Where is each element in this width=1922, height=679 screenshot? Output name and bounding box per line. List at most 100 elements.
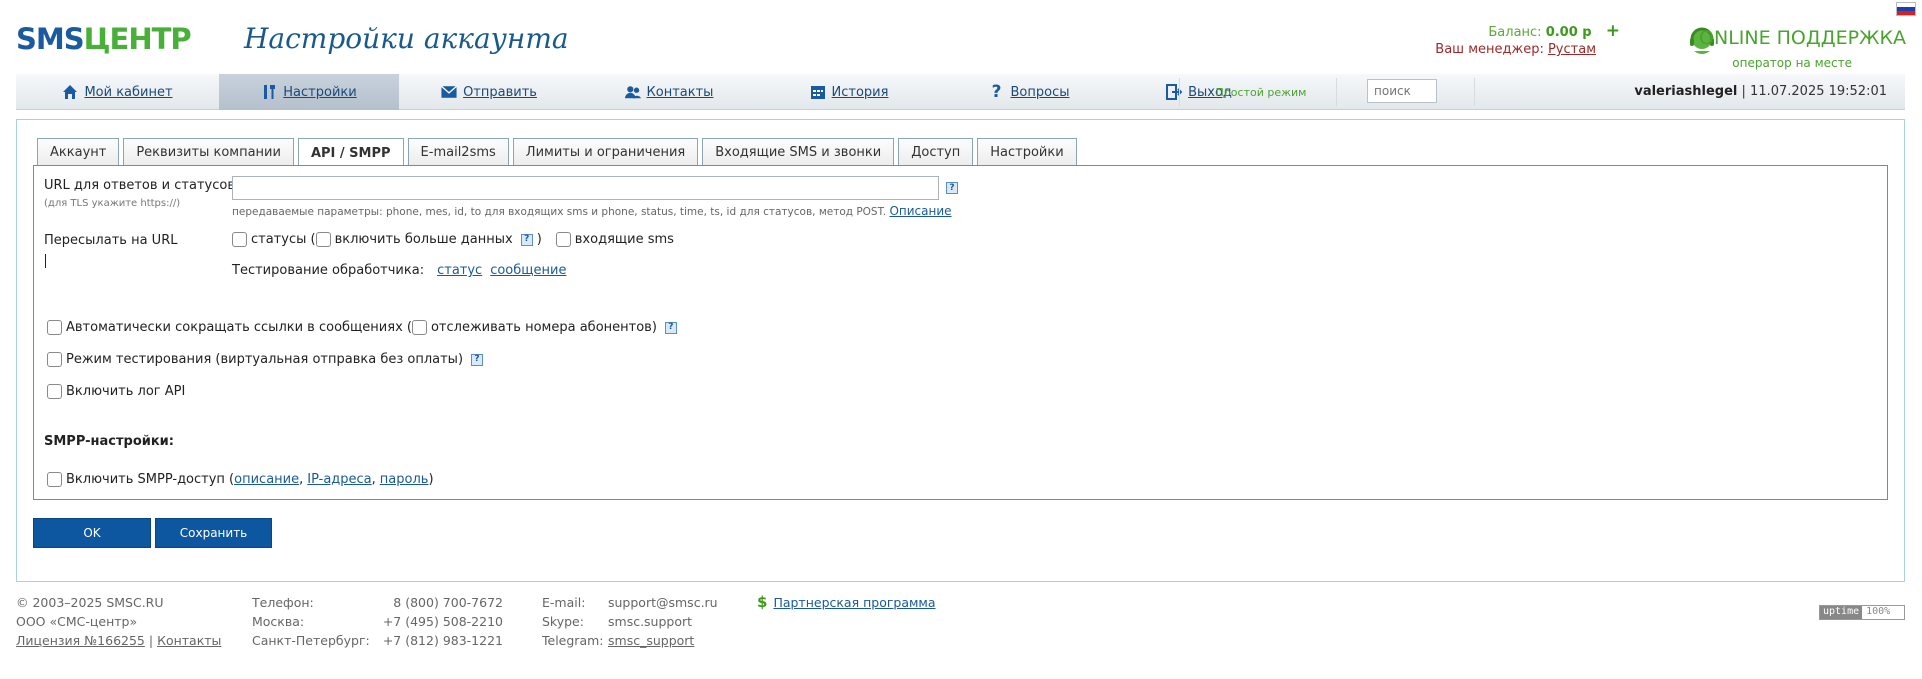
footer-separator: | xyxy=(148,633,154,648)
logo-sms: SMS xyxy=(16,22,85,56)
telegram-link[interactable]: smsc_support xyxy=(608,633,694,648)
test-message-link[interactable]: сообщение xyxy=(490,263,566,278)
nav-label: Вопросы xyxy=(1010,84,1070,100)
test-mode-label: Режим тестирования (виртуальная отправка… xyxy=(66,352,464,367)
home-icon xyxy=(62,84,78,100)
footer-company: © 2003–2025 SMSC.RU ООО «СМС-центр» Лице… xyxy=(16,593,221,650)
statuses-checkbox[interactable] xyxy=(232,232,247,247)
russian-flag-icon[interactable] xyxy=(1896,2,1916,16)
nav-my-cabinet[interactable]: Мой кабинет xyxy=(16,74,219,110)
shorten-links-label: Автоматически сокращать ссылки в сообщен… xyxy=(66,320,412,335)
url-tls-hint: (для TLS укажите https://) xyxy=(44,198,181,209)
username[interactable]: valeriashlegel xyxy=(1634,84,1737,99)
nav-send[interactable]: Отправить xyxy=(399,74,579,110)
nav-divider xyxy=(1179,78,1180,106)
incoming-sms-label: входящие sms xyxy=(574,232,674,247)
footer-contact-values: support@smsc.ru smsc.support smsc_suppor… xyxy=(608,593,718,650)
uptime-value: 100% xyxy=(1862,606,1895,619)
help-icon[interactable]: ? xyxy=(520,233,533,246)
simple-mode-label: Простой режим xyxy=(1215,85,1307,99)
forward-url-label: Пересылать на URL xyxy=(44,233,178,248)
nav-label: Мой кабинет xyxy=(84,84,173,100)
close-paren: ) xyxy=(536,232,542,247)
ok-button[interactable]: OK xyxy=(33,518,151,548)
forward-options: статусы ( включить больше данных ? ) вхо… xyxy=(232,232,674,247)
partner-program[interactable]: $ Партнерская программа xyxy=(757,593,936,612)
nav-questions[interactable]: ? Вопросы xyxy=(939,74,1119,110)
support-status: оператор на месте xyxy=(1732,56,1852,70)
test-status-link[interactable]: статус xyxy=(437,263,482,278)
main-nav: Мой кабинет Настройки Отправить Контакты… xyxy=(16,74,1905,110)
phone-label: Телефон: xyxy=(252,595,314,610)
nav-contacts[interactable]: Контакты xyxy=(579,74,759,110)
statuses-label: статусы ( xyxy=(251,232,316,247)
logo[interactable]: SMSЦЕНТР xyxy=(16,22,192,56)
footer-phone-labels: Телефон: Москва: Санкт-Петербург: xyxy=(252,593,370,650)
moscow-label: Москва: xyxy=(252,614,305,629)
more-data-checkbox[interactable] xyxy=(315,232,331,247)
contacts-link[interactable]: Контакты xyxy=(157,633,221,648)
smpp-row: Включить SMPP-доступ ( описание , IP-адр… xyxy=(47,472,434,487)
smpp-access-label: Включить SMPP-доступ ( xyxy=(66,472,235,487)
uptime-label: uptime xyxy=(1820,606,1863,619)
license-link[interactable]: Лицензия №166255 xyxy=(16,633,145,648)
params-hint: передаваемые параметры: phone, mes, id, … xyxy=(232,204,952,218)
handler-testing: Тестирование обработчика: статус сообщен… xyxy=(232,263,566,278)
nav-divider xyxy=(1474,78,1475,106)
tab-email2sms[interactable]: E-mail2sms xyxy=(407,138,509,166)
help-icon[interactable]: ? xyxy=(471,353,484,366)
shorten-links-row: Автоматически сокращать ссылки в сообщен… xyxy=(47,320,677,335)
balance-value: 0.00 р xyxy=(1545,25,1592,40)
footer-contact-labels: E-mail: Skype: Telegram: xyxy=(542,593,604,650)
spb-label: Санкт-Петербург: xyxy=(252,633,370,648)
footer-phone-values: 8 (800) 700-7672 +7 (495) 508-2210 +7 (8… xyxy=(380,593,503,650)
smpp-description-link[interactable]: описание xyxy=(234,472,299,487)
tab-account[interactable]: Аккаунт xyxy=(37,138,120,166)
api-log-row: Включить лог API xyxy=(47,384,185,399)
copyright: © 2003–2025 SMSC.RU xyxy=(16,595,164,610)
spb-phone: +7 (812) 983-1221 xyxy=(382,633,503,648)
envelope-icon xyxy=(441,84,458,100)
save-button[interactable]: Сохранить xyxy=(155,518,272,548)
params-description-link[interactable]: Описание xyxy=(889,204,951,218)
text-cursor xyxy=(45,254,46,268)
smpp-ip-link[interactable]: IP-адреса xyxy=(307,472,371,487)
email-value[interactable]: support@smsc.ru xyxy=(608,593,718,612)
partner-program-link[interactable]: Партнерская программа xyxy=(773,593,935,612)
nav-history[interactable]: История xyxy=(759,74,939,110)
smpp-access-checkbox[interactable] xyxy=(47,472,62,487)
nav-settings[interactable]: Настройки xyxy=(219,74,399,110)
nav-label: История xyxy=(831,84,889,100)
help-icon[interactable]: ? xyxy=(664,321,677,334)
nav-label: Отправить xyxy=(463,84,537,100)
calendar-icon xyxy=(810,84,826,100)
question-icon: ? xyxy=(991,82,1002,102)
test-mode-checkbox[interactable] xyxy=(47,352,62,367)
uptime-badge[interactable]: uptime 100% xyxy=(1819,605,1905,620)
skype-value: smsc.support xyxy=(608,614,693,629)
tab-settings[interactable]: Настройки xyxy=(977,138,1077,166)
tab-limits[interactable]: Лимиты и ограничения xyxy=(512,138,699,166)
nav-label: Контакты xyxy=(646,84,714,100)
callback-url-input[interactable] xyxy=(232,176,939,200)
incoming-sms-checkbox[interactable] xyxy=(555,232,571,247)
online-support-link[interactable]: ONLINE ПОДДЕРЖКА xyxy=(1699,27,1906,49)
tab-api-smpp[interactable]: API / SMPP xyxy=(297,138,404,167)
search-input[interactable] xyxy=(1367,79,1437,103)
dollar-icon: $ xyxy=(757,593,768,611)
url-label: URL для ответов и статусов xyxy=(44,178,235,193)
user-info: valeriashlegel | 11.07.2025 19:52:01 xyxy=(1634,84,1887,99)
tab-company-details[interactable]: Реквизиты компании xyxy=(123,138,294,166)
tab-access[interactable]: Доступ xyxy=(898,138,974,166)
help-icon[interactable]: ? xyxy=(946,182,958,194)
shorten-links-checkbox[interactable] xyxy=(47,320,62,335)
add-balance-button[interactable]: + xyxy=(1606,21,1620,41)
api-log-checkbox[interactable] xyxy=(47,384,62,399)
simple-mode-link[interactable]: Простой режим xyxy=(1181,74,1341,110)
tab-incoming-sms-calls[interactable]: Входящие SMS и звонки xyxy=(702,138,895,166)
manager-link[interactable]: Рустам xyxy=(1548,42,1596,57)
track-numbers-checkbox[interactable] xyxy=(411,320,427,335)
balance: Баланс: 0.00 р + xyxy=(1488,21,1620,41)
smpp-password-link[interactable]: пароль xyxy=(380,472,429,487)
nav-divider xyxy=(1336,78,1337,106)
